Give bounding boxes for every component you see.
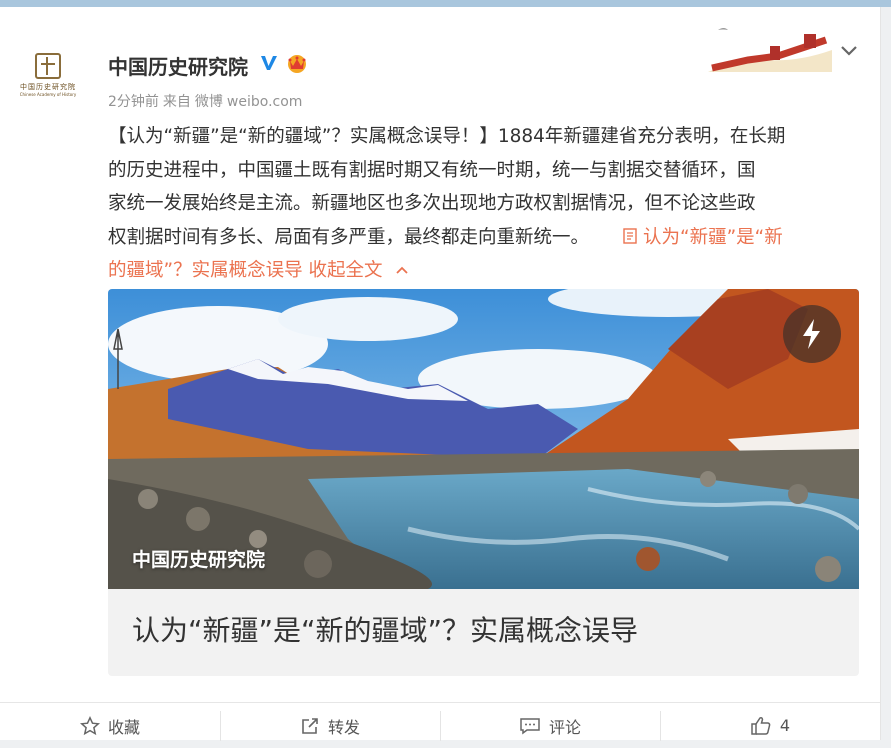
post-meta: 2分钟前 来自 微博 weibo.com: [108, 91, 306, 111]
article-link-text-1: 认为“新疆”是“新: [643, 226, 783, 248]
collapse-button[interactable]: 收起全文: [308, 260, 408, 281]
crown-badge-icon[interactable]: [284, 52, 310, 74]
post-text-line-3: 家统一发展始终是主流。新疆地区也多次出现地方政权割据情况，但不论这些政: [108, 193, 756, 214]
post-text-line-4: 权割据时间有多长、局面有多严重，最终都走向重新统一。 认为“新疆”是“新: [108, 221, 860, 255]
star-icon: [79, 715, 100, 735]
chevron-down-icon[interactable]: [836, 37, 862, 63]
repost-icon: [302, 717, 318, 734]
favorite-label: 收藏: [107, 717, 140, 737]
great-wall-banner: [708, 20, 832, 72]
avatar[interactable]: 中国历史研究院 Chinese Academy of History: [20, 47, 76, 103]
comment-button[interactable]: 评论: [440, 703, 660, 748]
post-text: 【认为“新疆”是“新的疆域”？实属概念误导！】1884年新疆建省充分表明，在长期…: [108, 120, 860, 288]
source-domain[interactable]: weibo.com: [227, 94, 303, 110]
collapse-label: 收起全文: [308, 260, 383, 281]
post-text-line-1: 【认为“新疆”是“新的疆域”？实属概念误导！】1884年新疆建省充分表明，在长期: [108, 126, 786, 147]
source-name[interactable]: 微博: [195, 94, 223, 110]
article-cover-image: [108, 289, 859, 589]
comment-label: 评论: [548, 717, 581, 737]
article-card[interactable]: 中国历史研究院 认为“新疆”是“新的疆域”？实属概念误导: [108, 289, 859, 676]
image-watermark: 中国历史研究院: [132, 549, 266, 571]
repost-label: 转发: [327, 717, 360, 737]
post-text-line-5: 的疆域”？实属概念误导 收起全文: [108, 254, 860, 288]
favorite-button[interactable]: 收藏: [0, 703, 220, 748]
document-icon: [623, 227, 637, 244]
post-text-line-2: 的历史进程中，中国疆土既有割据时期又有统一时期，统一与割据交替循环，国: [108, 159, 756, 181]
avatar-name-en: Chinese Academy of History: [19, 92, 77, 97]
weibo-post-card: 中国历史研究院 Chinese Academy of History 中国历史研…: [0, 7, 881, 741]
comment-icon: [520, 717, 540, 734]
post-time[interactable]: 2分钟前: [108, 94, 159, 110]
lightning-icon[interactable]: [783, 305, 841, 363]
window-top-border: [0, 0, 891, 7]
article-link-cont[interactable]: 的疆域”？实属概念误导: [108, 260, 303, 281]
avatar-name-cn: 中国历史研究院: [20, 83, 76, 91]
like-count: 4: [779, 716, 791, 735]
article-title[interactable]: 认为“新疆”是“新的疆域”？实属概念误导: [132, 609, 638, 649]
like-button[interactable]: 4: [660, 703, 880, 748]
article-link[interactable]: 认为“新疆”是“新: [623, 227, 783, 248]
source-prefix: 来自: [162, 94, 191, 110]
username[interactable]: 中国历史研究院: [108, 51, 248, 80]
action-bar: 收藏 转发 评论 4: [0, 702, 880, 748]
post-text-line-4-content: 权割据时间有多长、局面有多严重，最终都走向重新统一。: [108, 226, 590, 248]
repost-button[interactable]: 转发: [220, 703, 440, 748]
academy-logo-icon: [35, 53, 61, 79]
thumbs-up-icon: [751, 716, 771, 735]
chevron-up-icon: [395, 266, 408, 274]
v-verified-icon[interactable]: [258, 52, 280, 74]
